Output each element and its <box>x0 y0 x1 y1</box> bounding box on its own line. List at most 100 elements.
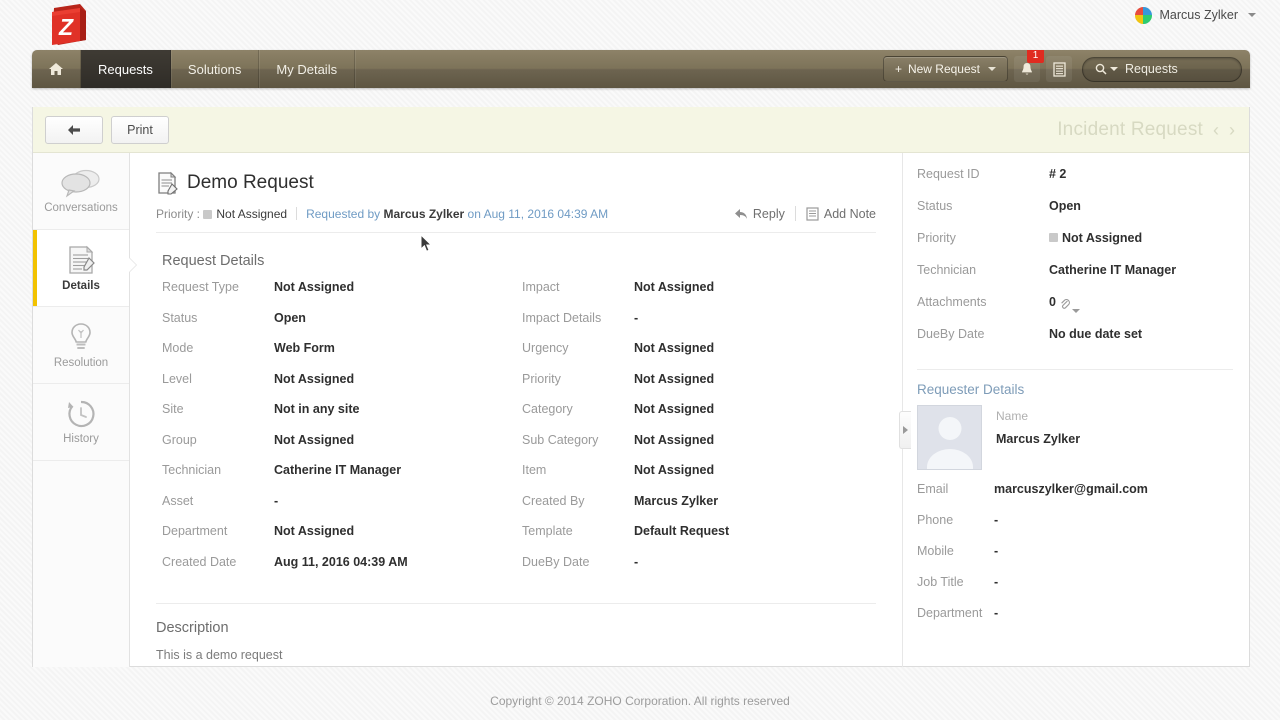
field-value: Aug 11, 2016 04:39 AM <box>274 554 408 569</box>
field-value: Not Assigned <box>634 463 715 477</box>
request-fields-left-column: Request Type Not Assigned Status Open Mode… <box>156 280 516 585</box>
bell-icon <box>1022 62 1032 75</box>
add-note-button[interactable]: Add Note <box>806 207 876 221</box>
search-input[interactable]: Requests <box>1082 56 1242 82</box>
back-button[interactable] <box>45 115 103 144</box>
field-row: Mode Web Form <box>156 341 516 372</box>
back-arrow-icon <box>68 124 80 135</box>
field-label: Site <box>162 402 184 416</box>
left-tab-rail: Conversations Details Resolution History <box>33 153 130 667</box>
field-value: Not in any site <box>274 402 360 416</box>
summary-value: # 2 <box>1049 167 1067 181</box>
zoho-logo-icon[interactable]: Z <box>46 2 90 48</box>
conversations-icon <box>61 169 100 198</box>
field-row: Impact Details - <box>516 311 876 342</box>
sidebar-item-conversations-label: Conversations <box>44 202 118 214</box>
summary-row-attachments: Attachments 0 <box>917 295 1233 327</box>
nav-item-my-details-label: My Details <box>276 61 338 77</box>
caret-down-icon[interactable] <box>1248 13 1256 17</box>
svg-text:Z: Z <box>58 14 74 40</box>
attachments-caret-icon[interactable] <box>1071 309 1080 313</box>
list-icon <box>1052 61 1066 77</box>
nav-item-requests[interactable]: Requests <box>81 50 171 88</box>
on-label: on <box>467 206 481 221</box>
prev-record-button[interactable]: ‹ <box>1213 121 1219 139</box>
field-row: Site Not in any site <box>156 402 516 433</box>
requester-name: Marcus Zylker <box>383 206 465 221</box>
field-value: Not Assigned <box>634 280 715 294</box>
mouse-cursor-icon <box>420 234 433 252</box>
request-meta-row: Priority : Not Assigned Requested by Mar… <box>156 206 876 233</box>
paperclip-icon[interactable] <box>1059 297 1070 309</box>
requester-row: Job Title - <box>917 575 1233 606</box>
nav-item-home[interactable] <box>32 50 81 88</box>
summary-row: Status Open <box>917 199 1233 231</box>
field-value: Not Assigned <box>634 371 715 386</box>
collapse-panel-icon[interactable] <box>899 411 911 449</box>
sidebar-item-conversations[interactable]: Conversations <box>33 153 129 230</box>
action-bar-right: Incident Request ‹ › <box>1057 119 1249 141</box>
sidebar-item-details[interactable]: Details <box>33 230 129 307</box>
requester-label: Department <box>917 606 983 620</box>
details-icon <box>69 245 95 274</box>
list-view-button[interactable] <box>1046 56 1072 82</box>
next-record-button[interactable]: › <box>1229 121 1235 139</box>
field-value: Catherine IT Manager <box>274 463 402 477</box>
field-label: Group <box>162 432 197 447</box>
field-row: Item Not Assigned <box>516 463 876 494</box>
page-body: Conversations Details Resolution History… <box>33 153 1249 667</box>
field-label: Level <box>162 371 192 386</box>
field-row: Group Not Assigned <box>156 433 516 464</box>
summary-label: Request ID <box>917 167 980 181</box>
requested-by-label: Requested by <box>306 206 381 221</box>
plus-icon: + <box>894 62 902 76</box>
user-menu[interactable]: Marcus Zylker <box>1134 4 1256 26</box>
requester-row: Email marcuszylker@gmail.com <box>917 482 1233 513</box>
sidebar-item-history[interactable]: History <box>33 384 129 461</box>
nav-item-my-details[interactable]: My Details <box>259 50 356 88</box>
field-label: Priority <box>522 371 561 386</box>
summary-value: Catherine IT Manager <box>1049 263 1177 277</box>
field-row: Impact Not Assigned <box>516 280 876 311</box>
reply-button[interactable]: Reply <box>734 207 785 221</box>
sidebar-item-resolution[interactable]: Resolution <box>33 307 129 384</box>
requester-name-label: Name <box>996 409 1029 423</box>
search-scope-caret-icon[interactable] <box>1110 67 1118 71</box>
nav-item-solutions[interactable]: Solutions <box>171 50 260 88</box>
field-row: Status Open <box>156 311 516 342</box>
request-detail-panel: Demo Request Priority : Not Assigned Req… <box>130 153 911 667</box>
field-value: Open <box>274 310 306 325</box>
request-fields-grid: Request Type Not Assigned Status Open Mode… <box>156 280 876 585</box>
summary-value: No due date set <box>1049 327 1143 341</box>
new-request-button[interactable]: + New Request <box>882 56 1008 82</box>
requester-avatar-row: Name Marcus Zylker <box>917 405 1233 470</box>
field-value: Web Form <box>274 341 335 355</box>
field-label: Impact <box>522 280 560 294</box>
chevron-down-icon <box>988 67 996 71</box>
request-meta-actions: Reply Add Note <box>734 206 876 221</box>
meta-divider <box>296 207 298 220</box>
notifications-button[interactable]: 1 <box>1014 50 1044 82</box>
request-document-icon <box>158 171 178 195</box>
field-row: Technician Catherine IT Manager <box>156 463 516 494</box>
requester-details-heading[interactable]: Requester Details <box>917 369 1233 397</box>
request-title: Demo Request <box>187 172 314 193</box>
field-label: Department <box>162 524 228 538</box>
field-label: Status <box>162 310 198 325</box>
print-button[interactable]: Print <box>111 115 169 144</box>
field-label: Sub Category <box>522 432 599 447</box>
field-value: Not Assigned <box>274 432 355 447</box>
field-value: - <box>274 493 279 508</box>
field-row: Level Not Assigned <box>156 372 516 403</box>
requester-row: Phone - <box>917 513 1233 544</box>
requester-fields: Email marcuszylker@gmail.com Phone - Mob… <box>917 482 1233 637</box>
summary-label: Status <box>917 199 953 213</box>
priority-meta: Priority : Not Assigned <box>156 207 287 221</box>
notification-badge: 1 <box>1027 50 1044 63</box>
sidebar-item-history-label: History <box>63 433 99 445</box>
requester-value: - <box>994 544 999 558</box>
sidebar-item-details-label: Details <box>62 280 100 292</box>
search-icon <box>1095 63 1107 75</box>
add-note-label: Add Note <box>823 206 876 221</box>
reply-label: Reply <box>752 206 785 221</box>
